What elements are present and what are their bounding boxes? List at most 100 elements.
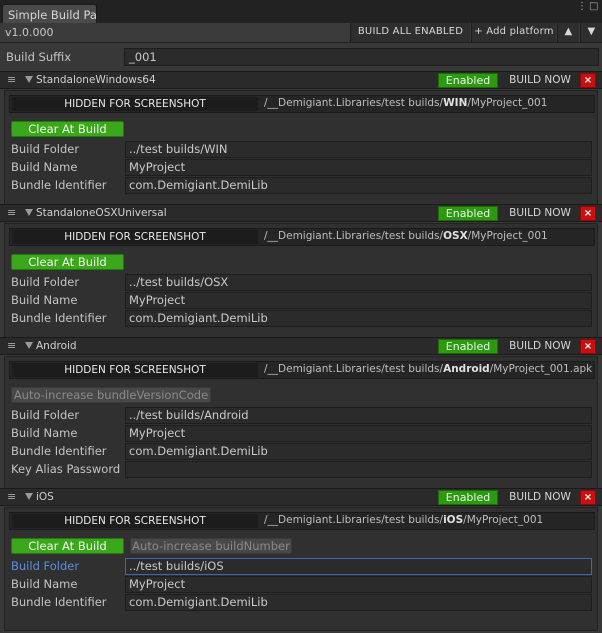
- field-label: Bundle Identifier: [11, 178, 107, 192]
- path-prefix: /__Demigiant.Libraries/test builds/: [264, 514, 444, 526]
- field-label: Build Name: [11, 426, 78, 440]
- field-input[interactable]: com.Demigiant.DemiLib: [125, 310, 592, 327]
- path-folder: Android: [443, 363, 490, 375]
- window-maximize-icon[interactable]: □: [589, 1, 598, 12]
- path-folder: iOS: [443, 514, 464, 526]
- build-all-enabled-button[interactable]: BUILD ALL ENABLED: [350, 23, 470, 42]
- remove-platform-button[interactable]: ×: [580, 339, 596, 354]
- platform-header: ≡ iOS Enabled BUILD NOW ×: [0, 488, 602, 506]
- field-input[interactable]: ../test builds/OSX: [125, 274, 592, 291]
- foldout-triangle-icon[interactable]: [25, 493, 33, 500]
- clear-at-build-button[interactable]: Clear At Build: [11, 538, 124, 554]
- platform-name: Android: [36, 340, 77, 352]
- build-path-display: HIDDEN FOR SCREENSHOT /__Demigiant.Libra…: [9, 95, 595, 113]
- foldout-triangle-icon[interactable]: [25, 76, 33, 83]
- hidden-path-box: HIDDEN FOR SCREENSHOT: [12, 514, 258, 528]
- hidden-path-box: HIDDEN FOR SCREENSHOT: [12, 363, 258, 377]
- auto-increase-button[interactable]: Auto-increase bundleVersionCode: [11, 387, 211, 403]
- field-label: Build Folder: [11, 408, 80, 422]
- platform-body: HIDDEN FOR SCREENSHOT /__Demigiant.Libra…: [4, 356, 598, 498]
- drag-handle-icon[interactable]: ≡: [7, 490, 16, 503]
- field-label: Bundle Identifier: [11, 444, 107, 458]
- platform-body: HIDDEN FOR SCREENSHOT /__Demigiant.Libra…: [4, 90, 598, 214]
- platform-name: StandaloneWindows64: [36, 74, 156, 86]
- path-folder: WIN: [443, 97, 468, 109]
- field-label: Bundle Identifier: [11, 311, 107, 325]
- remove-platform-button[interactable]: ×: [580, 490, 596, 505]
- field-label: Build Name: [11, 577, 78, 591]
- platform-body: HIDDEN FOR SCREENSHOT /__Demigiant.Libra…: [4, 507, 598, 631]
- path-folder: OSX: [443, 230, 468, 242]
- platform-header: ≡ StandaloneOSXUniversal Enabled BUILD N…: [0, 204, 602, 222]
- drag-handle-icon[interactable]: ≡: [7, 206, 16, 219]
- field-input[interactable]: MyProject: [125, 159, 592, 176]
- field-label: Build Folder: [11, 559, 80, 573]
- field-input[interactable]: MyProject: [125, 292, 592, 309]
- field-input[interactable]: ../test builds/WIN: [125, 141, 592, 158]
- window-tab[interactable]: Simple Build Pa: [2, 4, 97, 24]
- drag-handle-icon[interactable]: ≡: [7, 73, 16, 86]
- remove-platform-button[interactable]: ×: [580, 73, 596, 88]
- field-input[interactable]: com.Demigiant.DemiLib: [125, 177, 592, 194]
- platform-section-3: ≡ iOS Enabled BUILD NOW × HIDDEN FOR SCR…: [0, 488, 602, 632]
- field-label: Key Alias Password: [11, 462, 121, 476]
- build-path-text: /__Demigiant.Libraries/test builds/iOS/M…: [264, 514, 543, 526]
- platform-name: StandaloneOSXUniversal: [36, 207, 167, 219]
- build-now-button[interactable]: BUILD NOW: [503, 340, 577, 352]
- path-file: /MyProject_001: [467, 97, 548, 109]
- build-path-display: HIDDEN FOR SCREENSHOT /__Demigiant.Libra…: [9, 228, 595, 246]
- build-now-button[interactable]: BUILD NOW: [503, 207, 577, 219]
- platform-section-2: ≡ Android Enabled BUILD NOW × HIDDEN FOR…: [0, 337, 602, 499]
- remove-platform-button[interactable]: ×: [580, 206, 596, 221]
- field-label: Bundle Identifier: [11, 595, 107, 609]
- toolbar: v1.0.000 BUILD ALL ENABLED + Add platfor…: [0, 23, 602, 43]
- field-label: Build Folder: [11, 142, 80, 156]
- platform-section-1: ≡ StandaloneOSXUniversal Enabled BUILD N…: [0, 204, 602, 348]
- move-down-button[interactable]: ▼: [580, 23, 602, 42]
- build-now-button[interactable]: BUILD NOW: [503, 491, 577, 503]
- field-input[interactable]: [125, 461, 592, 478]
- build-path-text: /__Demigiant.Libraries/test builds/OSX/M…: [264, 230, 548, 242]
- path-file: /MyProject_001.apk: [489, 363, 593, 375]
- path-prefix: /__Demigiant.Libraries/test builds/: [264, 363, 444, 375]
- platform-body: HIDDEN FOR SCREENSHOT /__Demigiant.Libra…: [4, 223, 598, 347]
- platform-name: iOS: [36, 491, 54, 503]
- field-input[interactable]: MyProject: [125, 576, 592, 593]
- enabled-toggle[interactable]: Enabled: [438, 490, 498, 505]
- path-prefix: /__Demigiant.Libraries/test builds/: [264, 97, 444, 109]
- build-suffix-row: Build Suffix _001: [0, 46, 602, 68]
- window-menu-icon[interactable]: ⋮: [577, 1, 587, 12]
- field-label: Build Name: [11, 160, 78, 174]
- drag-handle-icon[interactable]: ≡: [7, 339, 16, 352]
- field-input[interactable]: com.Demigiant.DemiLib: [125, 443, 592, 460]
- path-prefix: /__Demigiant.Libraries/test builds/: [264, 230, 444, 242]
- enabled-toggle[interactable]: Enabled: [438, 339, 498, 354]
- build-path-display: HIDDEN FOR SCREENSHOT /__Demigiant.Libra…: [9, 361, 595, 379]
- clear-at-build-button[interactable]: Clear At Build: [11, 121, 124, 137]
- path-file: /MyProject_001: [463, 514, 544, 526]
- move-up-button[interactable]: ▲: [557, 23, 579, 42]
- build-suffix-label: Build Suffix: [6, 50, 72, 64]
- field-label: Build Name: [11, 293, 78, 307]
- build-path-text: /__Demigiant.Libraries/test builds/Andro…: [264, 363, 592, 375]
- platform-header: ≡ StandaloneWindows64 Enabled BUILD NOW …: [0, 71, 602, 89]
- field-input[interactable]: MyProject: [125, 425, 592, 442]
- auto-increase-button[interactable]: Auto-increase buildNumber: [130, 538, 292, 554]
- build-path-display: HIDDEN FOR SCREENSHOT /__Demigiant.Libra…: [9, 512, 595, 530]
- field-input[interactable]: ../test builds/iOS: [125, 558, 592, 575]
- field-input[interactable]: com.Demigiant.DemiLib: [125, 594, 592, 611]
- build-now-button[interactable]: BUILD NOW: [503, 74, 577, 86]
- enabled-toggle[interactable]: Enabled: [438, 206, 498, 221]
- window-tab-bar: Simple Build Pa ⋮ □: [0, 0, 602, 24]
- hidden-path-box: HIDDEN FOR SCREENSHOT: [12, 230, 258, 244]
- add-platform-button[interactable]: + Add platform: [471, 23, 556, 42]
- field-label: Build Folder: [11, 275, 80, 289]
- field-input[interactable]: ../test builds/Android: [125, 407, 592, 424]
- clear-at-build-button[interactable]: Clear At Build: [11, 254, 124, 270]
- foldout-triangle-icon[interactable]: [25, 209, 33, 216]
- version-label: v1.0.000: [5, 26, 54, 39]
- enabled-toggle[interactable]: Enabled: [438, 73, 498, 88]
- build-suffix-input[interactable]: _001: [124, 48, 599, 66]
- foldout-triangle-icon[interactable]: [25, 342, 33, 349]
- platform-section-0: ≡ StandaloneWindows64 Enabled BUILD NOW …: [0, 71, 602, 215]
